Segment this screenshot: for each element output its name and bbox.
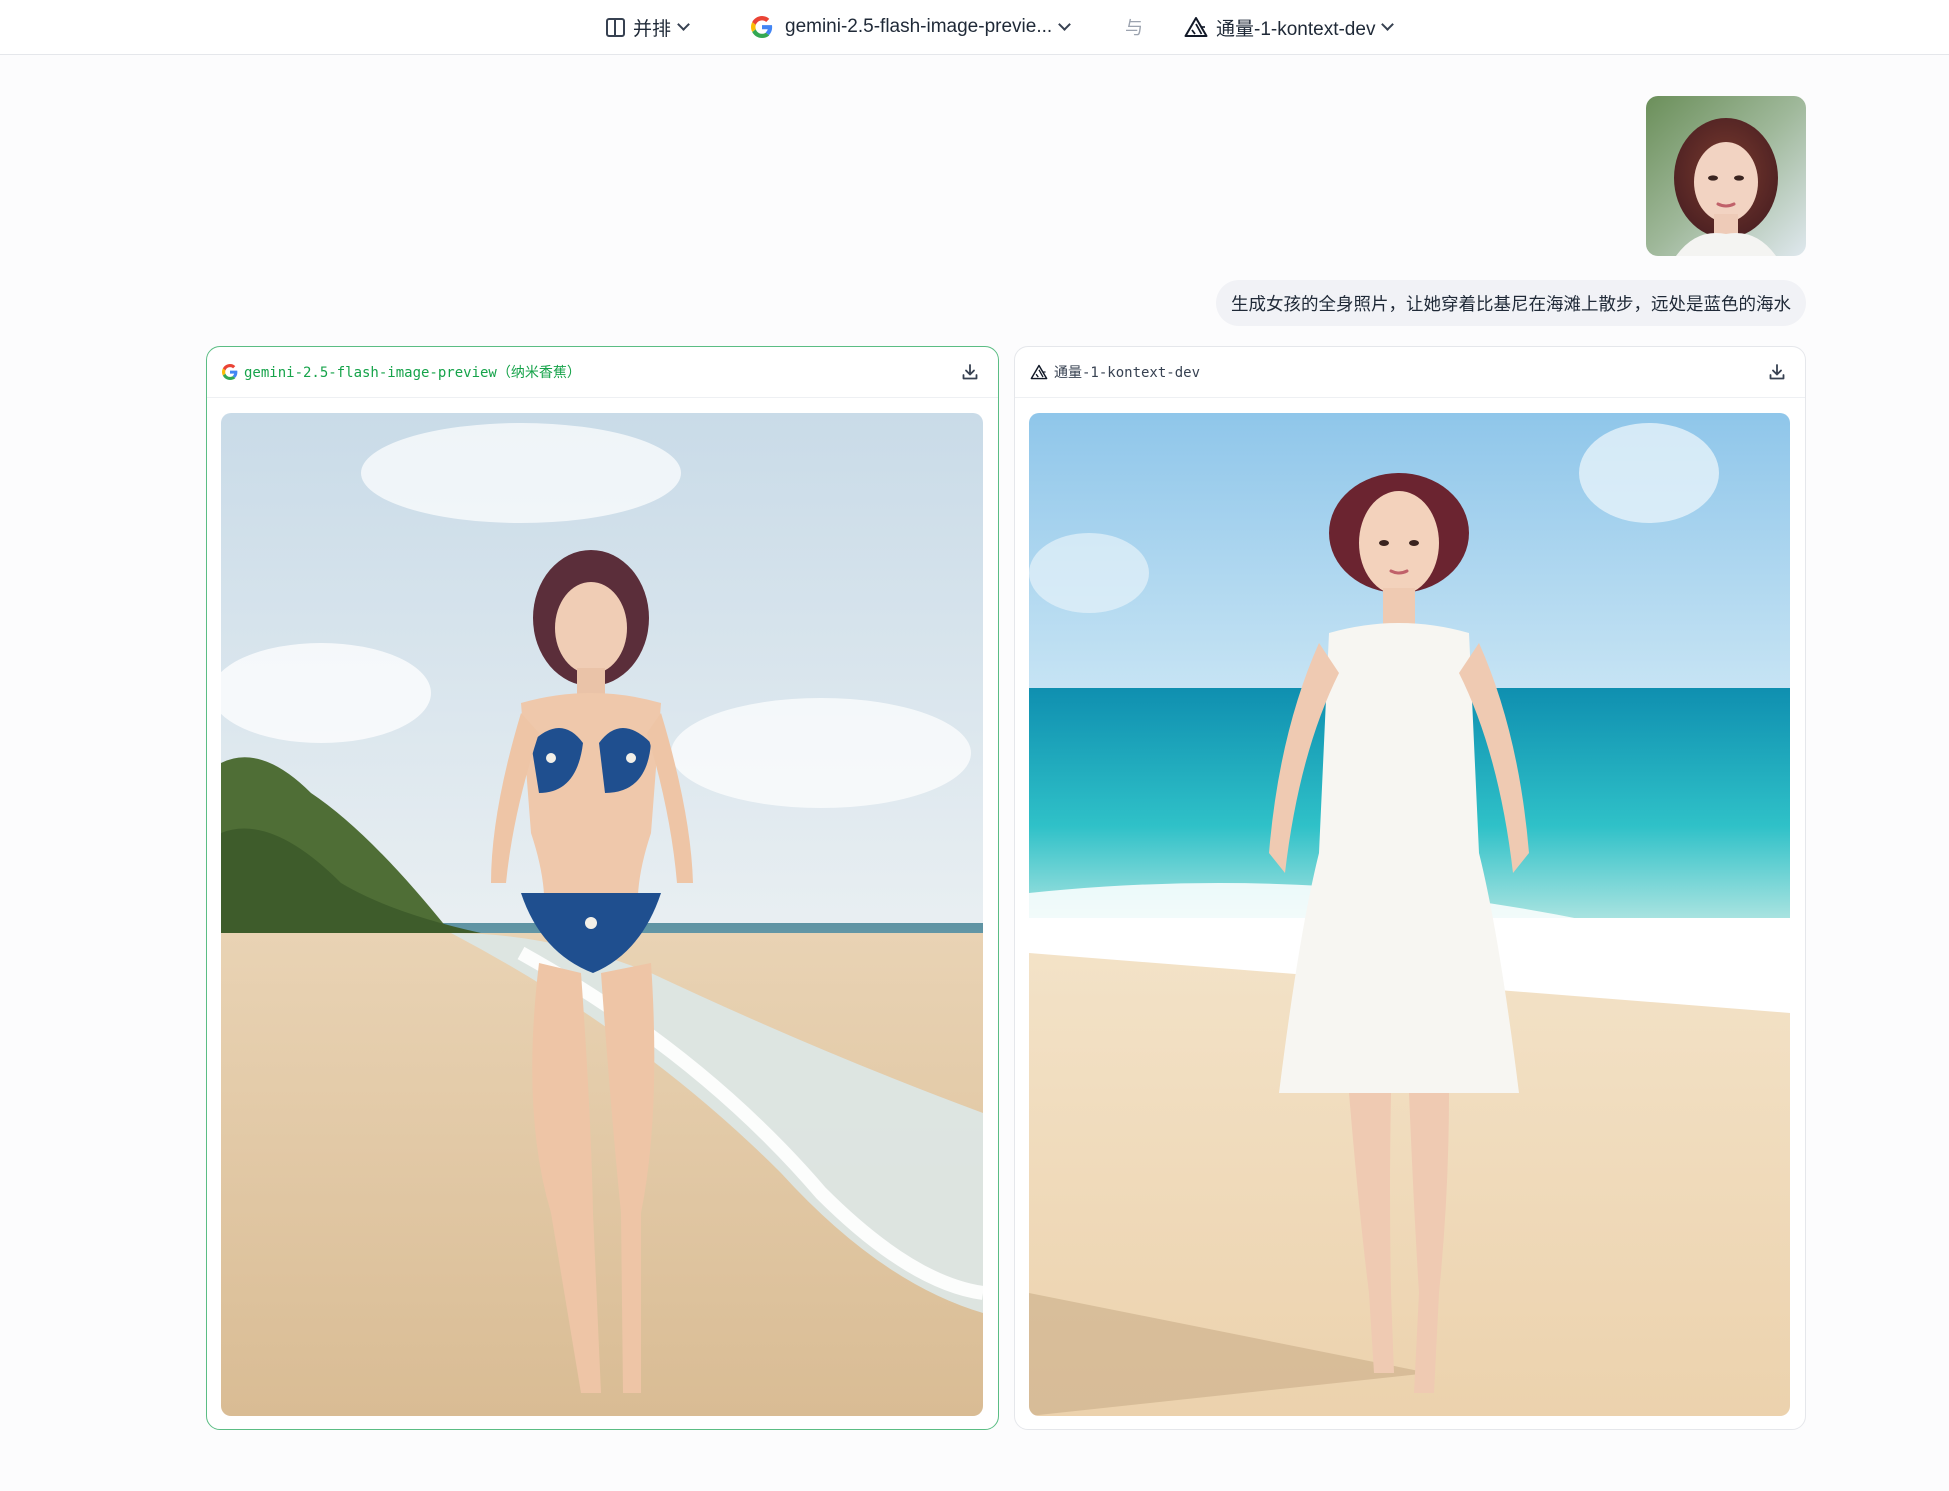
- result-card-model-a[interactable]: gemini-2.5-flash-image-preview（纳米香蕉）: [206, 346, 999, 1430]
- generated-beach-image[interactable]: [221, 413, 983, 1416]
- download-icon[interactable]: [960, 362, 980, 382]
- result-model-name: 通量-1-kontext-dev: [1054, 365, 1201, 381]
- model-a-label: gemini-2.5-flash-image-previe...: [785, 16, 1053, 37]
- model-a-dropdown[interactable]: gemini-2.5-flash-image-previe...: [751, 0, 1072, 54]
- versus-label: 与: [1125, 18, 1143, 38]
- result-model-name: gemini-2.5-flash-image-preview（纳米香蕉）: [244, 365, 581, 381]
- google-logo-icon: [222, 364, 238, 380]
- side-by-side-layout-icon: [606, 17, 625, 37]
- top-bar: 并排 gemini-2.5-flash-image-previe... 与 通量…: [0, 0, 1949, 55]
- result-card-header: 通量-1-kontext-dev: [1015, 347, 1805, 398]
- user-prompt-bubble: 生成女孩的全身照片，让她穿着比基尼在海滩上散步，远处是蓝色的海水: [1216, 280, 1806, 326]
- chevron-down-icon: [1381, 18, 1395, 31]
- result-card-header: gemini-2.5-flash-image-preview（纳米香蕉）: [207, 347, 998, 398]
- reference-portrait-image[interactable]: [1646, 96, 1806, 256]
- layout-mode-label: 并排: [633, 18, 672, 40]
- model-b-label: 通量-1-kontext-dev: [1216, 18, 1376, 40]
- chevron-down-icon: [677, 18, 690, 31]
- layout-mode-dropdown[interactable]: 并排: [606, 0, 690, 54]
- chevron-down-icon: [1058, 18, 1072, 31]
- google-logo-icon: [751, 16, 773, 38]
- model-b-dropdown[interactable]: 通量-1-kontext-dev: [1184, 0, 1395, 54]
- generated-beach-image[interactable]: [1029, 413, 1790, 1416]
- result-card-model-b[interactable]: 通量-1-kontext-dev: [1014, 346, 1806, 1430]
- flux-triangle-icon: [1030, 364, 1048, 380]
- flux-triangle-icon: [1184, 17, 1208, 37]
- download-icon[interactable]: [1767, 362, 1787, 382]
